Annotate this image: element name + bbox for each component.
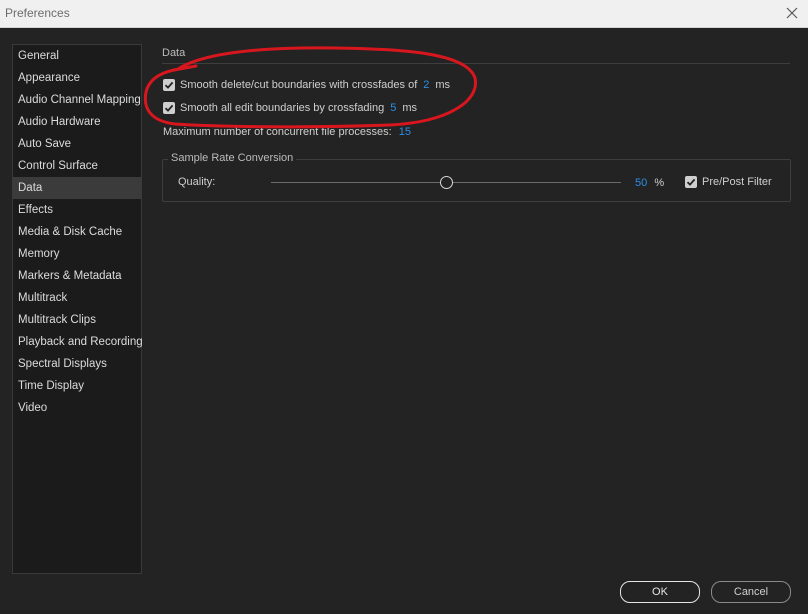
sidebar-item-label: Multitrack Clips bbox=[18, 314, 96, 326]
sidebar-item-general[interactable]: General bbox=[13, 45, 141, 67]
window-title: Preferences bbox=[5, 6, 70, 20]
prepost-filter-label: Pre/Post Filter bbox=[702, 176, 772, 188]
sample-rate-group-title: Sample Rate Conversion bbox=[168, 152, 297, 164]
smooth-delete-row: Smooth delete/cut boundaries with crossf… bbox=[163, 77, 450, 93]
checkmark-icon bbox=[686, 178, 696, 186]
sidebar-item-label: Appearance bbox=[18, 72, 81, 84]
title-bar: Preferences bbox=[0, 0, 808, 28]
quality-unit: % bbox=[654, 177, 665, 189]
sidebar-item-time-display[interactable]: Time Display bbox=[13, 375, 141, 397]
preferences-category-list: General Appearance Audio Channel Mapping… bbox=[12, 44, 143, 574]
sidebar-item-audio-channel-mapping[interactable]: Audio Channel Mapping bbox=[13, 89, 141, 111]
sidebar-item-label: Data bbox=[18, 182, 43, 194]
sidebar-item-appearance[interactable]: Appearance bbox=[13, 67, 141, 89]
smooth-edit-value[interactable]: 5 bbox=[390, 102, 396, 114]
sidebar-item-data[interactable]: Data bbox=[13, 177, 141, 199]
sidebar-item-label: Media & Disk Cache bbox=[18, 226, 123, 238]
prepost-filter-row: Pre/Post Filter bbox=[685, 174, 772, 190]
sidebar-item-label: Audio Channel Mapping bbox=[18, 94, 141, 106]
max-processes-label: Maximum number of concurrent file proces… bbox=[163, 126, 392, 138]
ok-button[interactable]: OK bbox=[620, 581, 700, 603]
sidebar-item-label: Auto Save bbox=[18, 138, 72, 150]
sidebar-item-control-surface[interactable]: Control Surface bbox=[13, 155, 141, 177]
smooth-delete-value[interactable]: 2 bbox=[423, 79, 429, 91]
checkmark-icon bbox=[164, 104, 174, 112]
smooth-delete-label: Smooth delete/cut boundaries with crossf… bbox=[180, 79, 418, 91]
smooth-edit-row: Smooth all edit boundaries by crossfadin… bbox=[163, 100, 417, 116]
sidebar-item-effects[interactable]: Effects bbox=[13, 199, 141, 221]
sidebar-item-video[interactable]: Video bbox=[13, 397, 141, 419]
quality-readout: 50 % bbox=[635, 177, 664, 189]
sidebar-item-label: Memory bbox=[18, 248, 60, 260]
smooth-edit-unit: ms bbox=[402, 102, 418, 114]
sidebar-item-media-disk-cache[interactable]: Media & Disk Cache bbox=[13, 221, 141, 243]
preferences-window: Preferences General Appearance Audio Cha… bbox=[0, 0, 808, 614]
smooth-delete-unit: ms bbox=[435, 79, 451, 91]
checkmark-icon bbox=[164, 81, 174, 89]
quality-label: Quality: bbox=[178, 176, 216, 188]
sidebar-item-label: Audio Hardware bbox=[18, 116, 101, 128]
sidebar-item-auto-save[interactable]: Auto Save bbox=[13, 133, 141, 155]
smooth-edit-checkbox[interactable] bbox=[163, 102, 175, 114]
sidebar-item-label: Control Surface bbox=[18, 160, 98, 172]
sidebar-item-label: Playback and Recording bbox=[18, 336, 143, 348]
sidebar-item-label: Effects bbox=[18, 204, 53, 216]
section-title: Data bbox=[162, 47, 186, 59]
max-processes-value[interactable]: 15 bbox=[399, 126, 411, 138]
sidebar-item-label: Multitrack bbox=[18, 292, 68, 304]
sidebar-item-multitrack[interactable]: Multitrack bbox=[13, 287, 141, 309]
smooth-edit-label: Smooth all edit boundaries by crossfadin… bbox=[180, 102, 385, 114]
sidebar-item-label: Video bbox=[18, 402, 48, 414]
quality-value[interactable]: 50 bbox=[635, 177, 647, 189]
close-icon[interactable] bbox=[782, 3, 802, 23]
sidebar-item-markers-metadata[interactable]: Markers & Metadata bbox=[13, 265, 141, 287]
smooth-delete-checkbox[interactable] bbox=[163, 79, 175, 91]
sidebar-item-multitrack-clips[interactable]: Multitrack Clips bbox=[13, 309, 141, 331]
sidebar-item-label: Spectral Displays bbox=[18, 358, 107, 370]
sidebar-item-audio-hardware[interactable]: Audio Hardware bbox=[13, 111, 141, 133]
sidebar-item-spectral-displays[interactable]: Spectral Displays bbox=[13, 353, 141, 375]
quality-slider-thumb[interactable] bbox=[439, 176, 453, 189]
cancel-button[interactable]: Cancel bbox=[711, 581, 791, 603]
sidebar-item-label: General bbox=[18, 50, 59, 62]
prepost-filter-checkbox[interactable] bbox=[685, 176, 697, 188]
sidebar-item-label: Markers & Metadata bbox=[18, 270, 122, 282]
sidebar-item-label: Time Display bbox=[18, 380, 85, 392]
sidebar-item-playback-and-recording[interactable]: Playback and Recording bbox=[13, 331, 143, 353]
section-divider bbox=[162, 63, 790, 64]
sidebar-item-memory[interactable]: Memory bbox=[13, 243, 141, 265]
max-processes-row: Maximum number of concurrent file proces… bbox=[163, 126, 417, 138]
